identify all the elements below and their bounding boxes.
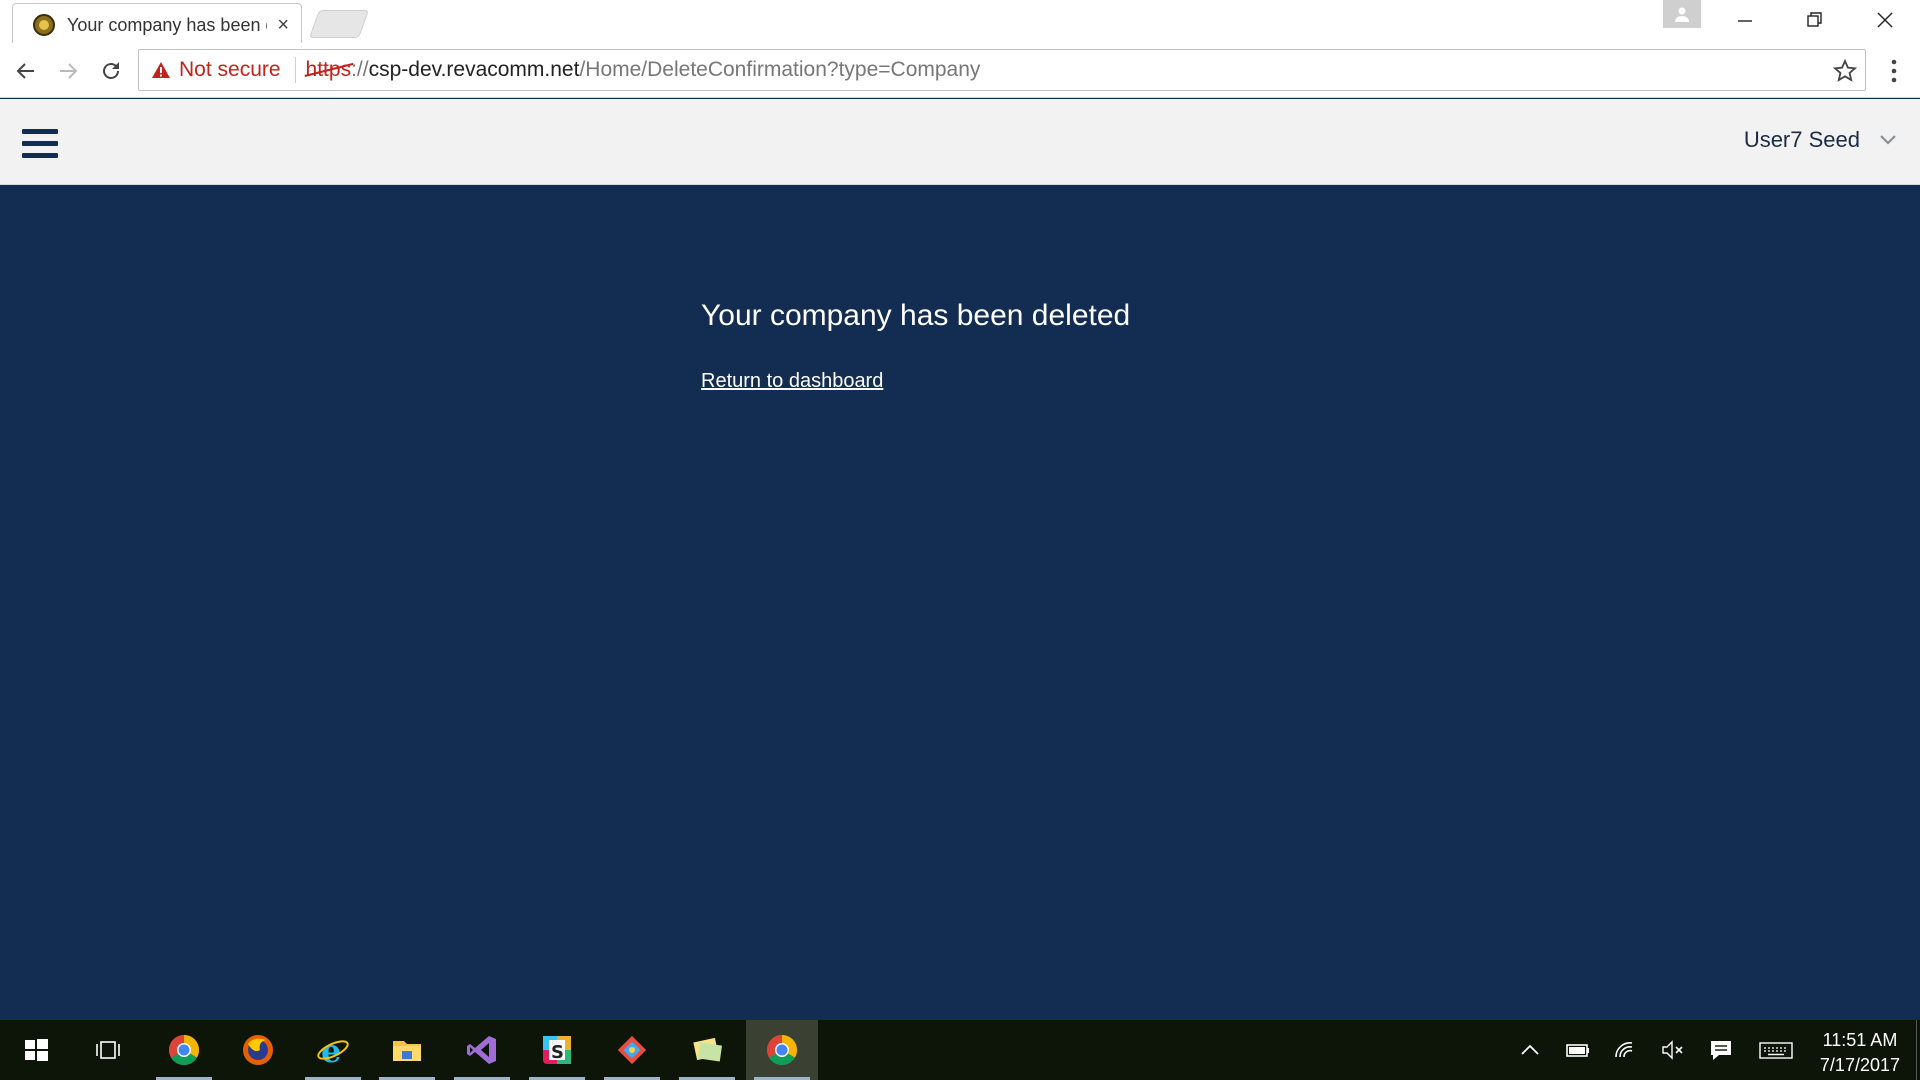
app-header: User7 Seed	[0, 99, 1920, 185]
taskbar-file-explorer[interactable]	[371, 1020, 443, 1080]
back-button[interactable]	[10, 55, 42, 87]
warning-icon	[152, 62, 170, 78]
battery-icon[interactable]	[1565, 1038, 1591, 1062]
security-status-label[interactable]: Not secure	[179, 58, 281, 82]
return-to-dashboard-link[interactable]: Return to dashboard	[701, 370, 883, 393]
slack-icon: S	[543, 1036, 571, 1064]
chrome-icon	[168, 1035, 200, 1066]
browser-tab[interactable]: Your company has been deleted ×	[12, 3, 302, 43]
person-icon	[1675, 7, 1689, 22]
start-button[interactable]	[0, 1020, 72, 1080]
taskbar-sticky-notes[interactable]	[671, 1020, 743, 1080]
main-content: Your company has been deleted Return to …	[0, 186, 1920, 1020]
taskbar-internet-explorer[interactable]: e	[297, 1020, 369, 1080]
show-desktop-button[interactable]	[1916, 1020, 1920, 1080]
folder-icon	[393, 1041, 421, 1061]
taskbar-slack[interactable]: S	[521, 1020, 593, 1080]
windows-logo-icon	[25, 1039, 48, 1061]
internet-explorer-icon: e	[317, 1032, 349, 1068]
bookmark-star-icon[interactable]	[1833, 59, 1857, 83]
browser-menu-icon[interactable]	[1882, 57, 1906, 85]
tab-close-icon[interactable]: ×	[277, 14, 289, 36]
windows-taskbar: e S 11:51 AM 7/17/2017	[0, 1020, 1920, 1080]
git-client-icon	[617, 1035, 647, 1065]
task-view-icon	[96, 1041, 120, 1059]
taskbar-chrome[interactable]	[148, 1020, 220, 1080]
taskbar-chrome-active[interactable]	[746, 1020, 818, 1080]
chevron-down-icon[interactable]	[1878, 133, 1898, 147]
user-menu[interactable]: User7 Seed	[1744, 127, 1898, 153]
keyboard-icon[interactable]	[1758, 1038, 1794, 1062]
visual-studio-icon	[467, 1036, 496, 1064]
browser-toolbar: Not secure https://csp-dev.revacomm.net/…	[0, 43, 1920, 98]
profile-button[interactable]	[1663, 0, 1701, 28]
url-separator: ://	[351, 58, 369, 81]
url-path: /Home/DeleteConfirmation?type=Company	[579, 58, 981, 81]
new-tab-button[interactable]	[308, 10, 370, 38]
taskbar-git-client[interactable]	[596, 1020, 668, 1080]
clock-time: 11:51 AM	[1822, 1030, 1898, 1050]
browser-tab-bar: Your company has been deleted ×	[0, 0, 1920, 43]
reload-icon	[103, 62, 119, 79]
restore-button[interactable]	[1780, 0, 1850, 40]
action-center-icon[interactable]	[1708, 1038, 1734, 1062]
omnibox-divider	[294, 57, 296, 83]
minimize-button[interactable]	[1710, 0, 1780, 40]
svg-text:e: e	[321, 1032, 341, 1068]
chrome-icon	[766, 1035, 798, 1066]
user-name[interactable]: User7 Seed	[1744, 127, 1860, 153]
arrow-left-icon	[16, 63, 34, 79]
restore-icon	[1807, 12, 1822, 27]
sticky-notes-icon	[693, 1037, 723, 1062]
forward-button[interactable]	[52, 55, 84, 87]
taskbar-visual-studio[interactable]	[446, 1020, 518, 1080]
svg-text:S: S	[551, 1042, 564, 1063]
system-clock[interactable]: 11:51 AM 7/17/2017	[1820, 1028, 1900, 1078]
taskbar-firefox[interactable]	[222, 1020, 294, 1080]
arrow-right-icon	[60, 63, 78, 79]
reload-button[interactable]	[95, 55, 127, 87]
url-host: csp-dev.revacomm.net	[368, 58, 580, 81]
volume-muted-icon[interactable]	[1660, 1038, 1686, 1062]
url-scheme: https	[305, 58, 352, 81]
chevron-up-icon[interactable]	[1517, 1038, 1543, 1062]
close-window-button[interactable]	[1850, 0, 1920, 40]
address-bar[interactable]: Not secure https://csp-dev.revacomm.net/…	[138, 49, 1866, 91]
task-view-button[interactable]	[72, 1020, 144, 1080]
close-icon	[1877, 12, 1893, 28]
firefox-icon	[243, 1035, 273, 1065]
tab-title: Your company has been deleted	[67, 14, 267, 35]
hamburger-menu-icon[interactable]	[22, 129, 58, 159]
url-text[interactable]: https://csp-dev.revacomm.net/Home/Delete…	[306, 58, 981, 82]
minimize-icon	[1738, 20, 1752, 22]
clock-date: 7/17/2017	[1819, 1055, 1900, 1075]
wifi-icon[interactable]	[1613, 1038, 1639, 1062]
deletion-message: Your company has been deleted	[701, 299, 1131, 332]
site-favicon-icon	[33, 14, 55, 36]
